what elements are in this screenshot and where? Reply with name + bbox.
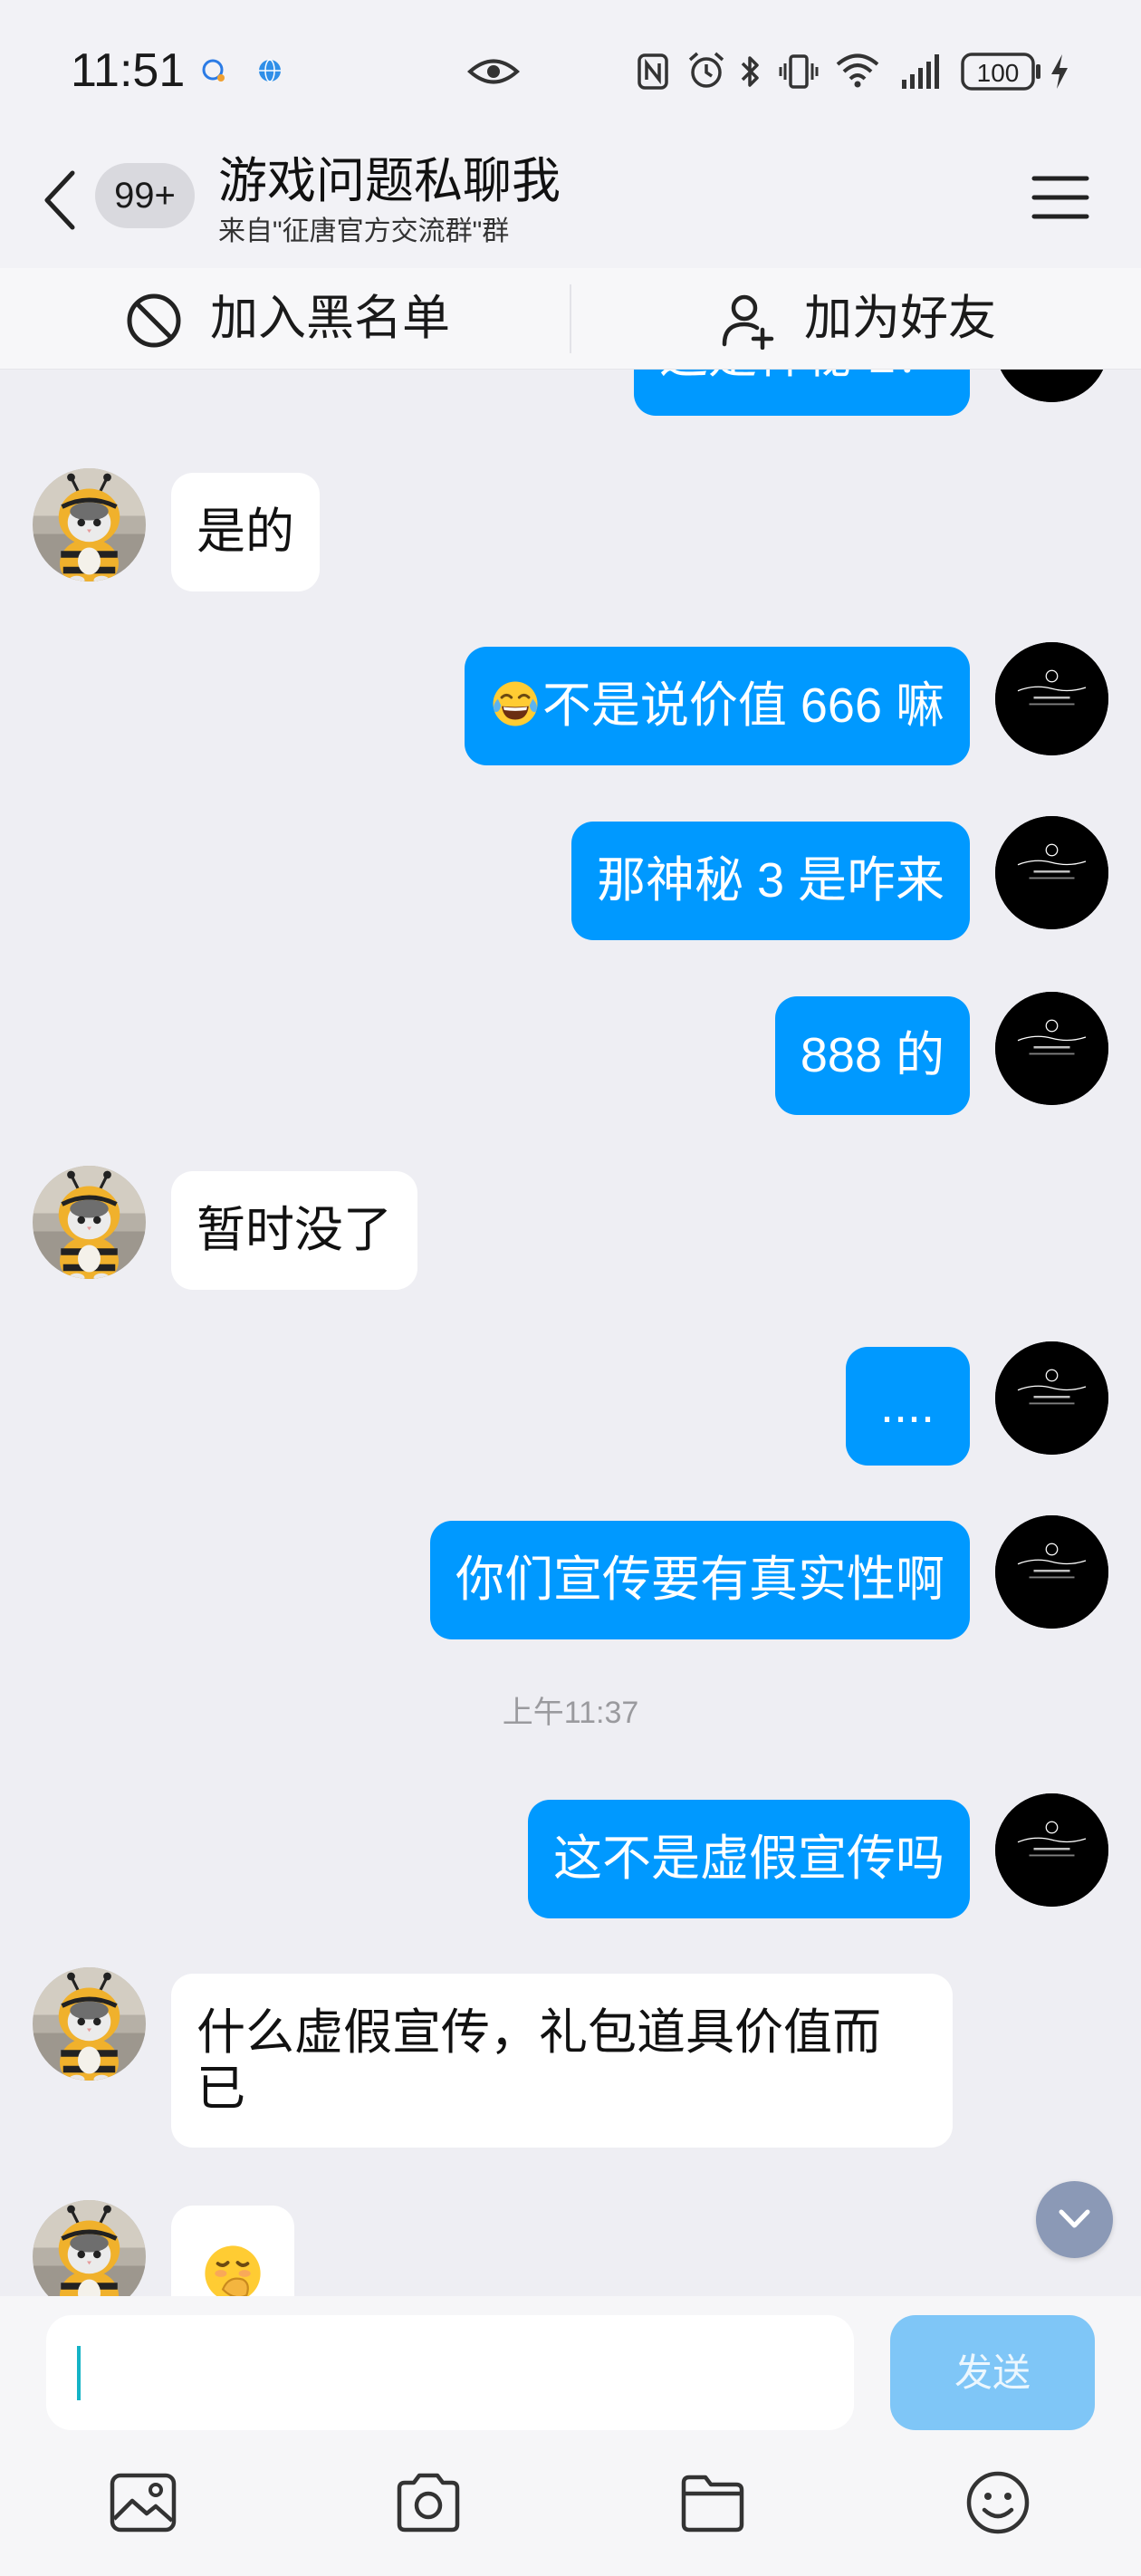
add-person-icon: [722, 294, 774, 350]
incoming-message-bubble[interactable]: 暂时没了: [171, 1171, 417, 1290]
message-text: 888 的: [800, 1028, 944, 1082]
unread-count-badge[interactable]: 99+: [95, 163, 195, 228]
incoming-message-bubble[interactable]: [171, 2206, 294, 2296]
block-label: 加入黑名单: [210, 292, 450, 345]
message-text: 这不是虚假宣传吗: [553, 1831, 944, 1886]
add-friend-label: 加为好友: [804, 292, 996, 345]
chat-title: 游戏问题私聊我: [218, 154, 561, 208]
emoji-button[interactable]: [962, 2466, 1034, 2539]
block-button[interactable]: 加入黑名单: [0, 268, 570, 370]
scroll-to-bottom-button[interactable]: [1036, 2181, 1113, 2258]
brand-logo-avatar-image: [995, 1515, 1108, 1629]
message-text: 是的: [197, 505, 294, 559]
camera-icon: [397, 2473, 460, 2533]
block-icon: [127, 293, 181, 348]
face-with-hand-over-mouth-emoji-icon: [205, 2245, 261, 2296]
menu-button[interactable]: [1029, 168, 1092, 227]
brand-logo-avatar-image: [995, 1793, 1108, 1907]
brand-logo-avatar-image: [995, 816, 1108, 929]
brand-logo-avatar-image: [995, 370, 1108, 402]
chat-header: 99+ 游戏问题私聊我 来自"征唐官方交流群"群: [0, 131, 1141, 268]
message-text: 那神秘 3 是咋来: [596, 853, 944, 908]
battery-icon: 100: [961, 53, 1040, 91]
camera-button[interactable]: [392, 2466, 465, 2539]
chevron-down-icon: [1059, 2209, 1090, 2228]
contact-avatar[interactable]: [33, 2200, 146, 2296]
eye-comfort-icon: [467, 59, 520, 84]
nfc-icon: [638, 53, 668, 90]
message-text: 暂时没了: [197, 1203, 392, 1257]
incoming-message-bubble[interactable]: 什么虚假宣传，礼包道具价值而已: [171, 1974, 953, 2148]
message-text: 你们宣传要有真实性啊: [455, 1552, 944, 1607]
incoming-message-bubble[interactable]: 是的: [171, 473, 320, 591]
my-avatar[interactable]: [995, 816, 1108, 929]
my-avatar[interactable]: [995, 992, 1108, 1105]
qq-notification-icon: [202, 59, 225, 82]
message-timestamp: 上午11:37: [502, 1696, 639, 1730]
text-cursor: [77, 2346, 81, 2400]
message-text: 不是说价值 666 嘛: [542, 678, 944, 733]
wifi-icon: [836, 53, 879, 88]
cat-avatar-image: [33, 1166, 146, 1279]
outgoing-message-bubble[interactable]: 这是神秘 2？: [633, 370, 970, 416]
outgoing-message-bubble[interactable]: 888 的: [774, 996, 970, 1115]
message-list[interactable]: 这是神秘 2？ 是的 不是说价值 666 嘛 那神秘 3 是咋来 888 的: [0, 370, 1141, 2296]
vibrate-icon: [779, 54, 819, 89]
folder-icon: [681, 2475, 744, 2533]
image-button[interactable]: [107, 2466, 179, 2539]
face-with-tears-of-joy-emoji-icon: [493, 681, 538, 726]
add-friend-button[interactable]: 加为好友: [570, 268, 1141, 370]
my-avatar[interactable]: [995, 1793, 1108, 1907]
outgoing-message-bubble[interactable]: 这不是虚假宣传吗: [528, 1800, 970, 1918]
outgoing-message-bubble[interactable]: 不是说价值 666 嘛: [464, 647, 970, 765]
charging-icon: [1051, 54, 1068, 89]
outgoing-message-bubble[interactable]: 那神秘 3 是咋来: [570, 822, 970, 940]
chevron-left-icon: [44, 170, 75, 230]
stranger-action-bar: 加入黑名单 加为好友: [0, 268, 1141, 370]
message-composer: 发送: [0, 2296, 1141, 2576]
brand-logo-avatar-image: [995, 1341, 1108, 1455]
cat-avatar-image: [33, 1967, 146, 2081]
cat-avatar-image: [33, 2200, 146, 2296]
send-button[interactable]: 发送: [890, 2315, 1095, 2430]
hamburger-menu-icon: [1031, 176, 1089, 219]
status-time: 11:51: [71, 44, 186, 97]
alarm-icon: [688, 52, 724, 88]
chat-subtitle: 来自"征唐官方交流群"群: [218, 216, 510, 246]
my-avatar[interactable]: [995, 370, 1108, 402]
message-text: 什么虚假宣传，礼包道具价值而已: [197, 2005, 881, 2116]
status-bar: 11:51 100: [0, 0, 1141, 131]
contact-avatar[interactable]: [33, 468, 146, 582]
browser-notification-icon: [259, 59, 281, 82]
my-avatar[interactable]: [995, 1515, 1108, 1629]
chat-screen: 11:51 100 99+ 游戏问题私聊我 来自"征唐官方交流群"群 加入黑名单…: [0, 0, 1141, 2576]
brand-logo-avatar-image: [995, 992, 1108, 1105]
brand-logo-avatar-image: [995, 642, 1108, 755]
message-text: ....: [879, 1379, 935, 1433]
bluetooth-icon: [741, 56, 759, 87]
contact-avatar[interactable]: [33, 1967, 146, 2081]
battery-level: 100: [977, 59, 1020, 87]
my-avatar[interactable]: [995, 642, 1108, 755]
outgoing-message-bubble[interactable]: ....: [845, 1347, 970, 1466]
cell-signal-icon: [902, 54, 939, 89]
outgoing-message-bubble[interactable]: 你们宣传要有真实性啊: [430, 1521, 970, 1639]
cat-avatar-image: [33, 468, 146, 582]
file-button[interactable]: [676, 2466, 749, 2539]
message-text: 这是神秘 2？: [659, 370, 944, 383]
image-icon: [110, 2473, 177, 2533]
my-avatar[interactable]: [995, 1341, 1108, 1455]
back-button[interactable]: [36, 164, 85, 236]
emoji-icon: [966, 2471, 1030, 2534]
message-input[interactable]: [46, 2315, 854, 2430]
contact-avatar[interactable]: [33, 1166, 146, 1279]
